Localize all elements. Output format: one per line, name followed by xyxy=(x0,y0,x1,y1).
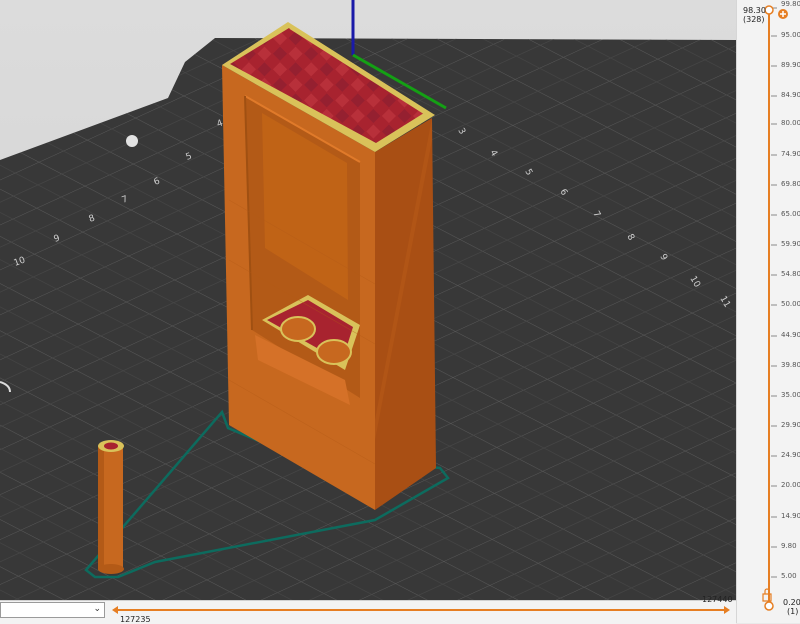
layer-tick-label: 59.90 xyxy=(781,240,800,248)
layer-tick-label: 5.00 xyxy=(781,572,797,580)
scene-canvas[interactable]: 1 2 3 4 5 6 7 8 9 10 3 4 5 6 7 8 9 10 11 xyxy=(0,0,736,600)
layer-slider-panel: 98.30 (328) 0.20 (1) 99.80 95.00 89.90 8… xyxy=(736,0,800,623)
layer-tick-label: 39.80 xyxy=(781,361,800,369)
chevron-down-icon: ⌄ xyxy=(93,604,101,614)
layer-top-index: (328) xyxy=(743,15,765,24)
bed-hole xyxy=(126,135,138,147)
layer-bottom-index: (1) xyxy=(787,607,799,616)
layer-slider-top-handle[interactable] xyxy=(763,4,775,16)
3d-viewport[interactable]: 1 2 3 4 5 6 7 8 9 10 3 4 5 6 7 8 9 10 11 xyxy=(0,0,736,600)
layer-tick-label: 74.90 xyxy=(781,150,800,158)
view-type-select[interactable]: ⌄ xyxy=(0,602,105,618)
layer-tick-label: 35.00 xyxy=(781,391,800,399)
layer-ticks xyxy=(771,7,777,578)
move-end-value: 127440 xyxy=(702,595,733,604)
layer-tick-label: 65.00 xyxy=(781,210,800,218)
move-slider-svg xyxy=(112,606,730,614)
layer-tick-label: 54.80 xyxy=(781,270,800,278)
layer-tick-label: 29.90 xyxy=(781,421,800,429)
layer-tick-label: 9.80 xyxy=(781,542,797,550)
move-slider-end-handle[interactable] xyxy=(718,604,732,618)
layer-tick-label: 89.90 xyxy=(781,61,800,69)
layer-bottom-value: 0.20 xyxy=(783,598,800,607)
layer-tick-label: 99.80 xyxy=(781,0,800,8)
layer-tick-label: 20.00 xyxy=(781,481,800,489)
layer-tick-label: 14.90 xyxy=(781,512,800,520)
layer-tick-label: 95.00 xyxy=(781,31,800,39)
layer-tick-label: 44.90 xyxy=(781,331,800,339)
layer-tick-label: 50.00 xyxy=(781,300,800,308)
move-slider-start-handle[interactable] xyxy=(112,604,126,618)
layer-tick-label: 80.00 xyxy=(781,119,800,127)
layer-tick-label: 24.90 xyxy=(781,451,800,459)
pillar-object xyxy=(98,440,124,574)
move-slider-bar: ⌄ 127440 127235 xyxy=(0,595,736,624)
layer-tick-label: 69.80 xyxy=(781,180,800,188)
layer-tick-label: 84.90 xyxy=(781,91,800,99)
layer-slider-bottom-handle[interactable] xyxy=(763,600,775,612)
